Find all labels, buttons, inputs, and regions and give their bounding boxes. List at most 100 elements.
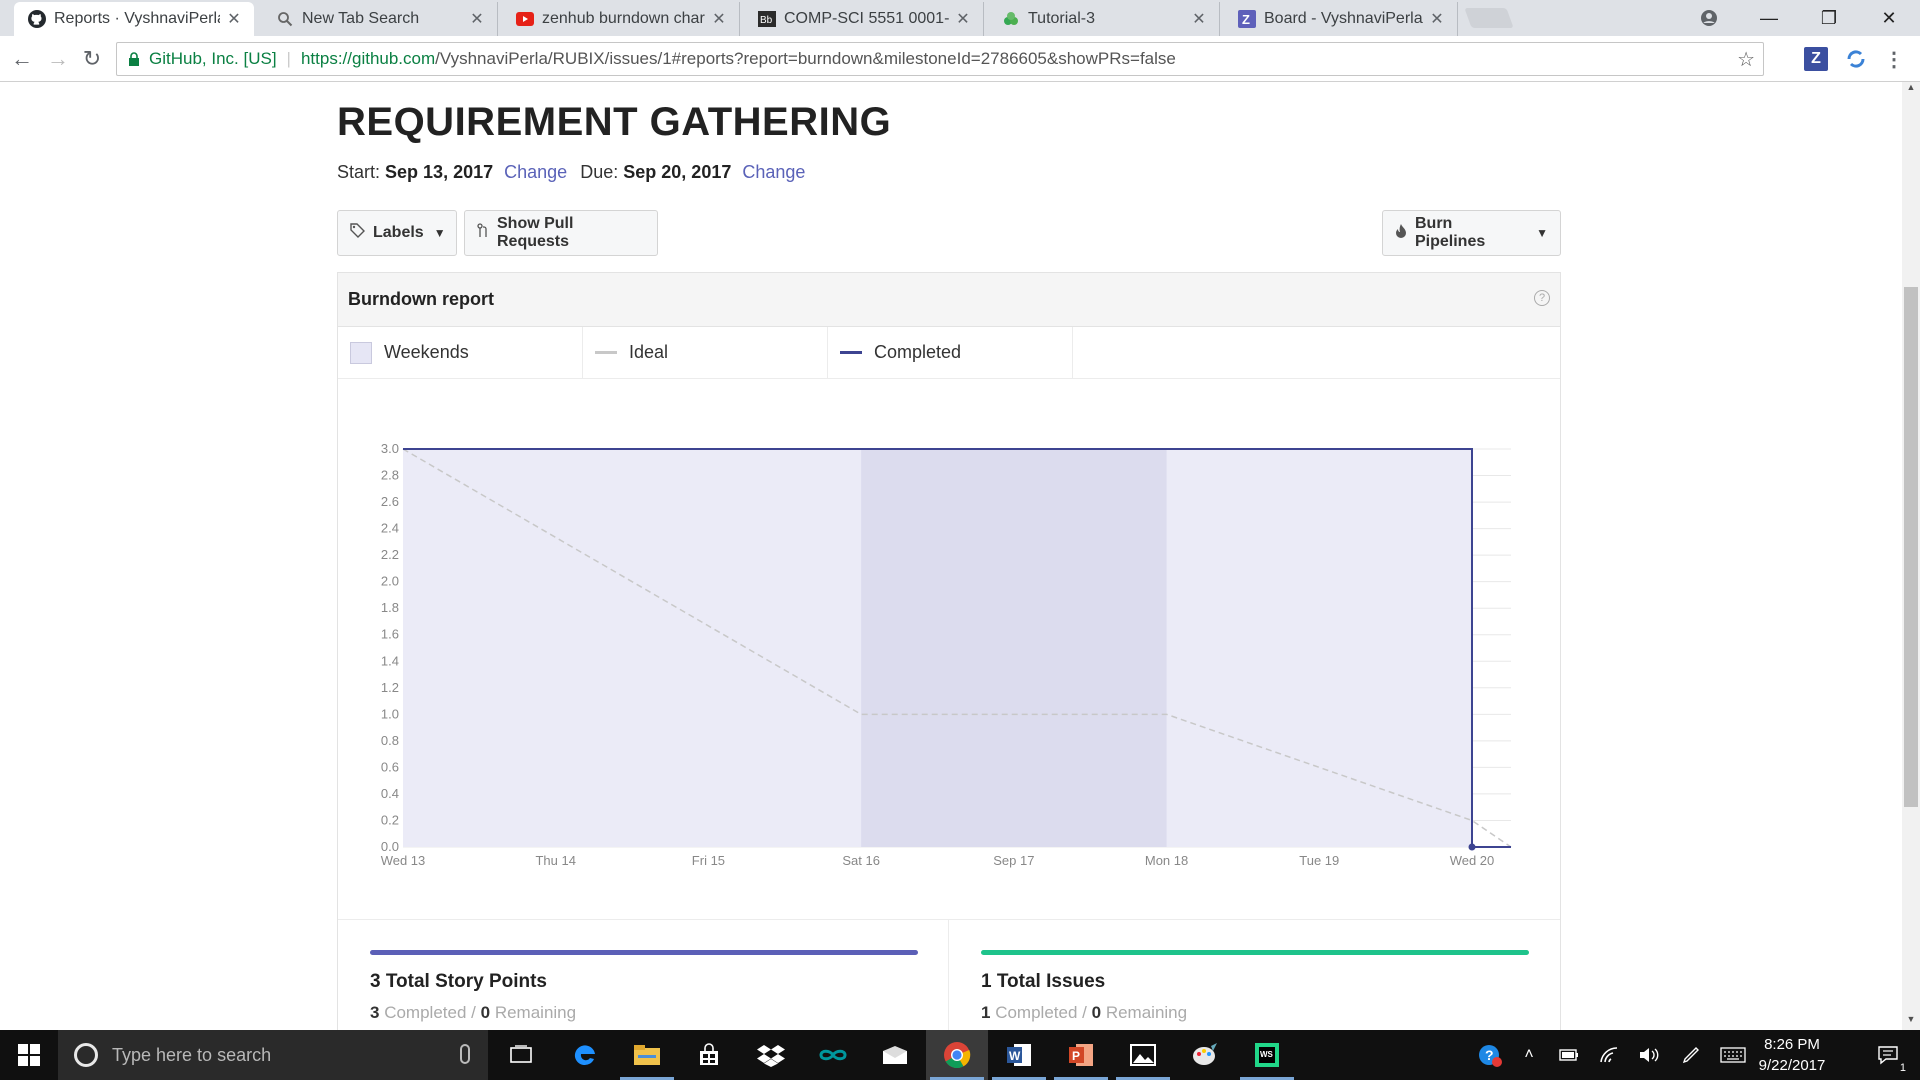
chrome-icon[interactable] — [926, 1030, 988, 1080]
tab-reports[interactable]: Reports · VyshnaviPerla/R ✕ — [14, 2, 254, 36]
tab-comp-sci[interactable]: Bb COMP-SCI 5551 0001- A ✕ — [744, 2, 984, 36]
tab-new-tab-search[interactable]: New Tab Search ✕ — [262, 2, 498, 36]
svg-text:WS: WS — [1260, 1050, 1274, 1059]
x-tick-label: Sat 16 — [842, 853, 880, 868]
action-center-icon[interactable]: 1 — [1864, 1030, 1912, 1080]
legend-label: Ideal — [629, 342, 669, 362]
bookmark-star-icon[interactable]: ☆ — [1737, 47, 1755, 72]
reload-button[interactable]: ↻ — [78, 45, 106, 73]
minimize-button[interactable]: — — [1740, 0, 1798, 36]
weekend-swatch — [350, 341, 372, 364]
completed-point — [1468, 843, 1476, 851]
file-explorer-icon[interactable] — [616, 1030, 678, 1080]
tab-title: zenhub burndown charts — [542, 10, 705, 27]
remaining-label: Remaining — [1105, 1003, 1188, 1022]
windows-start-button[interactable] — [0, 1030, 58, 1080]
story-points-stat: 3 Total Story Points 3 Completed / 0 Rem… — [338, 920, 949, 1030]
burn-pipelines-button[interactable]: Burn Pipelines ▼ — [1382, 210, 1561, 256]
menu-icon[interactable]: ⋮ — [1882, 47, 1906, 71]
paint-icon[interactable] — [1174, 1030, 1236, 1080]
recycle-icon — [1002, 10, 1020, 28]
github-icon — [28, 10, 46, 28]
close-icon[interactable]: ✕ — [226, 9, 242, 29]
arduino-icon[interactable] — [802, 1030, 864, 1080]
chart-legend: Weekends Ideal Completed — [338, 327, 1560, 379]
task-view-icon[interactable] — [490, 1030, 552, 1080]
close-window-button[interactable]: ✕ — [1860, 0, 1918, 36]
y-tick-label: 0.0 — [381, 839, 399, 854]
chevron-down-icon: ▼ — [433, 226, 446, 240]
ideal-swatch — [595, 351, 617, 354]
dropbox-icon[interactable] — [740, 1030, 802, 1080]
completed-label: Completed — [384, 1003, 467, 1022]
scroll-down-arrow[interactable]: ▼ — [1902, 1014, 1920, 1030]
help-tray-icon[interactable]: ? — [1470, 1030, 1510, 1080]
y-tick-label: 1.4 — [381, 653, 399, 668]
change-start-link[interactable]: Change — [504, 162, 567, 182]
wifi-icon[interactable] — [1594, 1030, 1624, 1080]
url-host: https://github.com — [300, 49, 436, 68]
new-tab-button[interactable] — [1464, 8, 1514, 28]
close-icon[interactable]: ✕ — [1429, 9, 1445, 29]
microphone-icon[interactable] — [460, 1044, 470, 1064]
y-tick-label: 2.0 — [381, 574, 399, 589]
divider: / — [471, 1003, 476, 1022]
battery-icon[interactable] — [1554, 1030, 1584, 1080]
show-pull-requests-button[interactable]: Show Pull Requests — [464, 210, 658, 256]
photos-icon[interactable] — [1112, 1030, 1174, 1080]
y-tick-label: 1.6 — [381, 627, 399, 642]
zenhub-icon: Z — [1238, 10, 1256, 28]
tab-title: COMP-SCI 5551 0001- A — [784, 10, 949, 27]
svg-text:P: P — [1072, 1049, 1080, 1063]
sync-extension-icon[interactable] — [1844, 47, 1868, 71]
tab-tutorial-3[interactable]: Tutorial-3 ✕ — [988, 2, 1220, 36]
legend-ideal[interactable]: Ideal — [583, 327, 828, 378]
taskbar-clock[interactable]: 8:26 PM 9/22/2017 — [1742, 1034, 1842, 1076]
page-content: REQUIREMENT GATHERING Start: Sep 13, 201… — [0, 82, 1902, 1030]
clock-time: 8:26 PM — [1764, 1036, 1820, 1053]
scrollbar-thumb[interactable] — [1904, 287, 1918, 807]
x-tick-label: Fri 15 — [692, 853, 725, 868]
tab-title: Tutorial-3 — [1028, 10, 1095, 27]
labels-button[interactable]: Labels ▼ — [337, 210, 457, 256]
profile-icon[interactable] — [1680, 0, 1738, 36]
powerpoint-icon[interactable]: P — [1050, 1030, 1112, 1080]
report-title: Burndown report — [348, 289, 494, 309]
page-scrollbar[interactable]: ▲ ▼ — [1902, 82, 1920, 1030]
scroll-up-arrow[interactable]: ▲ — [1902, 82, 1920, 98]
store-icon[interactable] — [678, 1030, 740, 1080]
edge-icon[interactable] — [554, 1030, 616, 1080]
total-issues-stat: 1 Total Issues 1 Completed / 0 Remaining — [949, 920, 1560, 1030]
zenhub-extension-icon[interactable]: Z — [1804, 47, 1828, 71]
chevron-up-icon[interactable]: ˄ — [1514, 1030, 1544, 1080]
close-icon[interactable]: ✕ — [1191, 9, 1207, 29]
change-due-link[interactable]: Change — [742, 162, 805, 182]
legend-completed[interactable]: Completed — [828, 327, 1073, 378]
forward-button[interactable]: → — [44, 45, 72, 73]
close-icon[interactable]: ✕ — [469, 9, 485, 29]
story-points-breakdown: 3 Completed / 0 Remaining — [370, 1003, 948, 1023]
windows-logo-icon — [18, 1044, 40, 1066]
mail-icon[interactable] — [864, 1030, 926, 1080]
y-tick-label: 2.8 — [381, 468, 399, 483]
omnibox-separator: | — [286, 49, 291, 68]
help-icon[interactable]: ? — [1534, 290, 1550, 306]
x-tick-label: Sep 17 — [993, 853, 1034, 868]
word-icon[interactable]: W — [988, 1030, 1050, 1080]
close-icon[interactable]: ✕ — [955, 9, 971, 29]
x-tick-label: Mon 18 — [1145, 853, 1188, 868]
legend-weekends[interactable]: Weekends — [338, 327, 583, 378]
webstorm-icon[interactable]: WS — [1236, 1030, 1298, 1080]
restore-button[interactable]: ❐ — [1800, 0, 1858, 36]
back-button[interactable]: ← — [8, 45, 36, 73]
tab-zenhub-burndown[interactable]: zenhub burndown charts ✕ — [502, 2, 740, 36]
taskbar-search-box[interactable]: Type here to search — [58, 1030, 488, 1080]
legend-label: Weekends — [384, 342, 469, 362]
address-bar[interactable]: GitHub, Inc. [US] | https://github.com/V… — [116, 42, 1764, 76]
y-tick-label: 1.8 — [381, 600, 399, 615]
milestone-title: REQUIREMENT GATHERING — [337, 100, 892, 144]
tab-board[interactable]: Z Board - VyshnaviPerla/RU ✕ — [1224, 2, 1458, 36]
pen-icon[interactable] — [1676, 1030, 1706, 1080]
close-icon[interactable]: ✕ — [711, 9, 727, 29]
volume-icon[interactable] — [1634, 1030, 1664, 1080]
